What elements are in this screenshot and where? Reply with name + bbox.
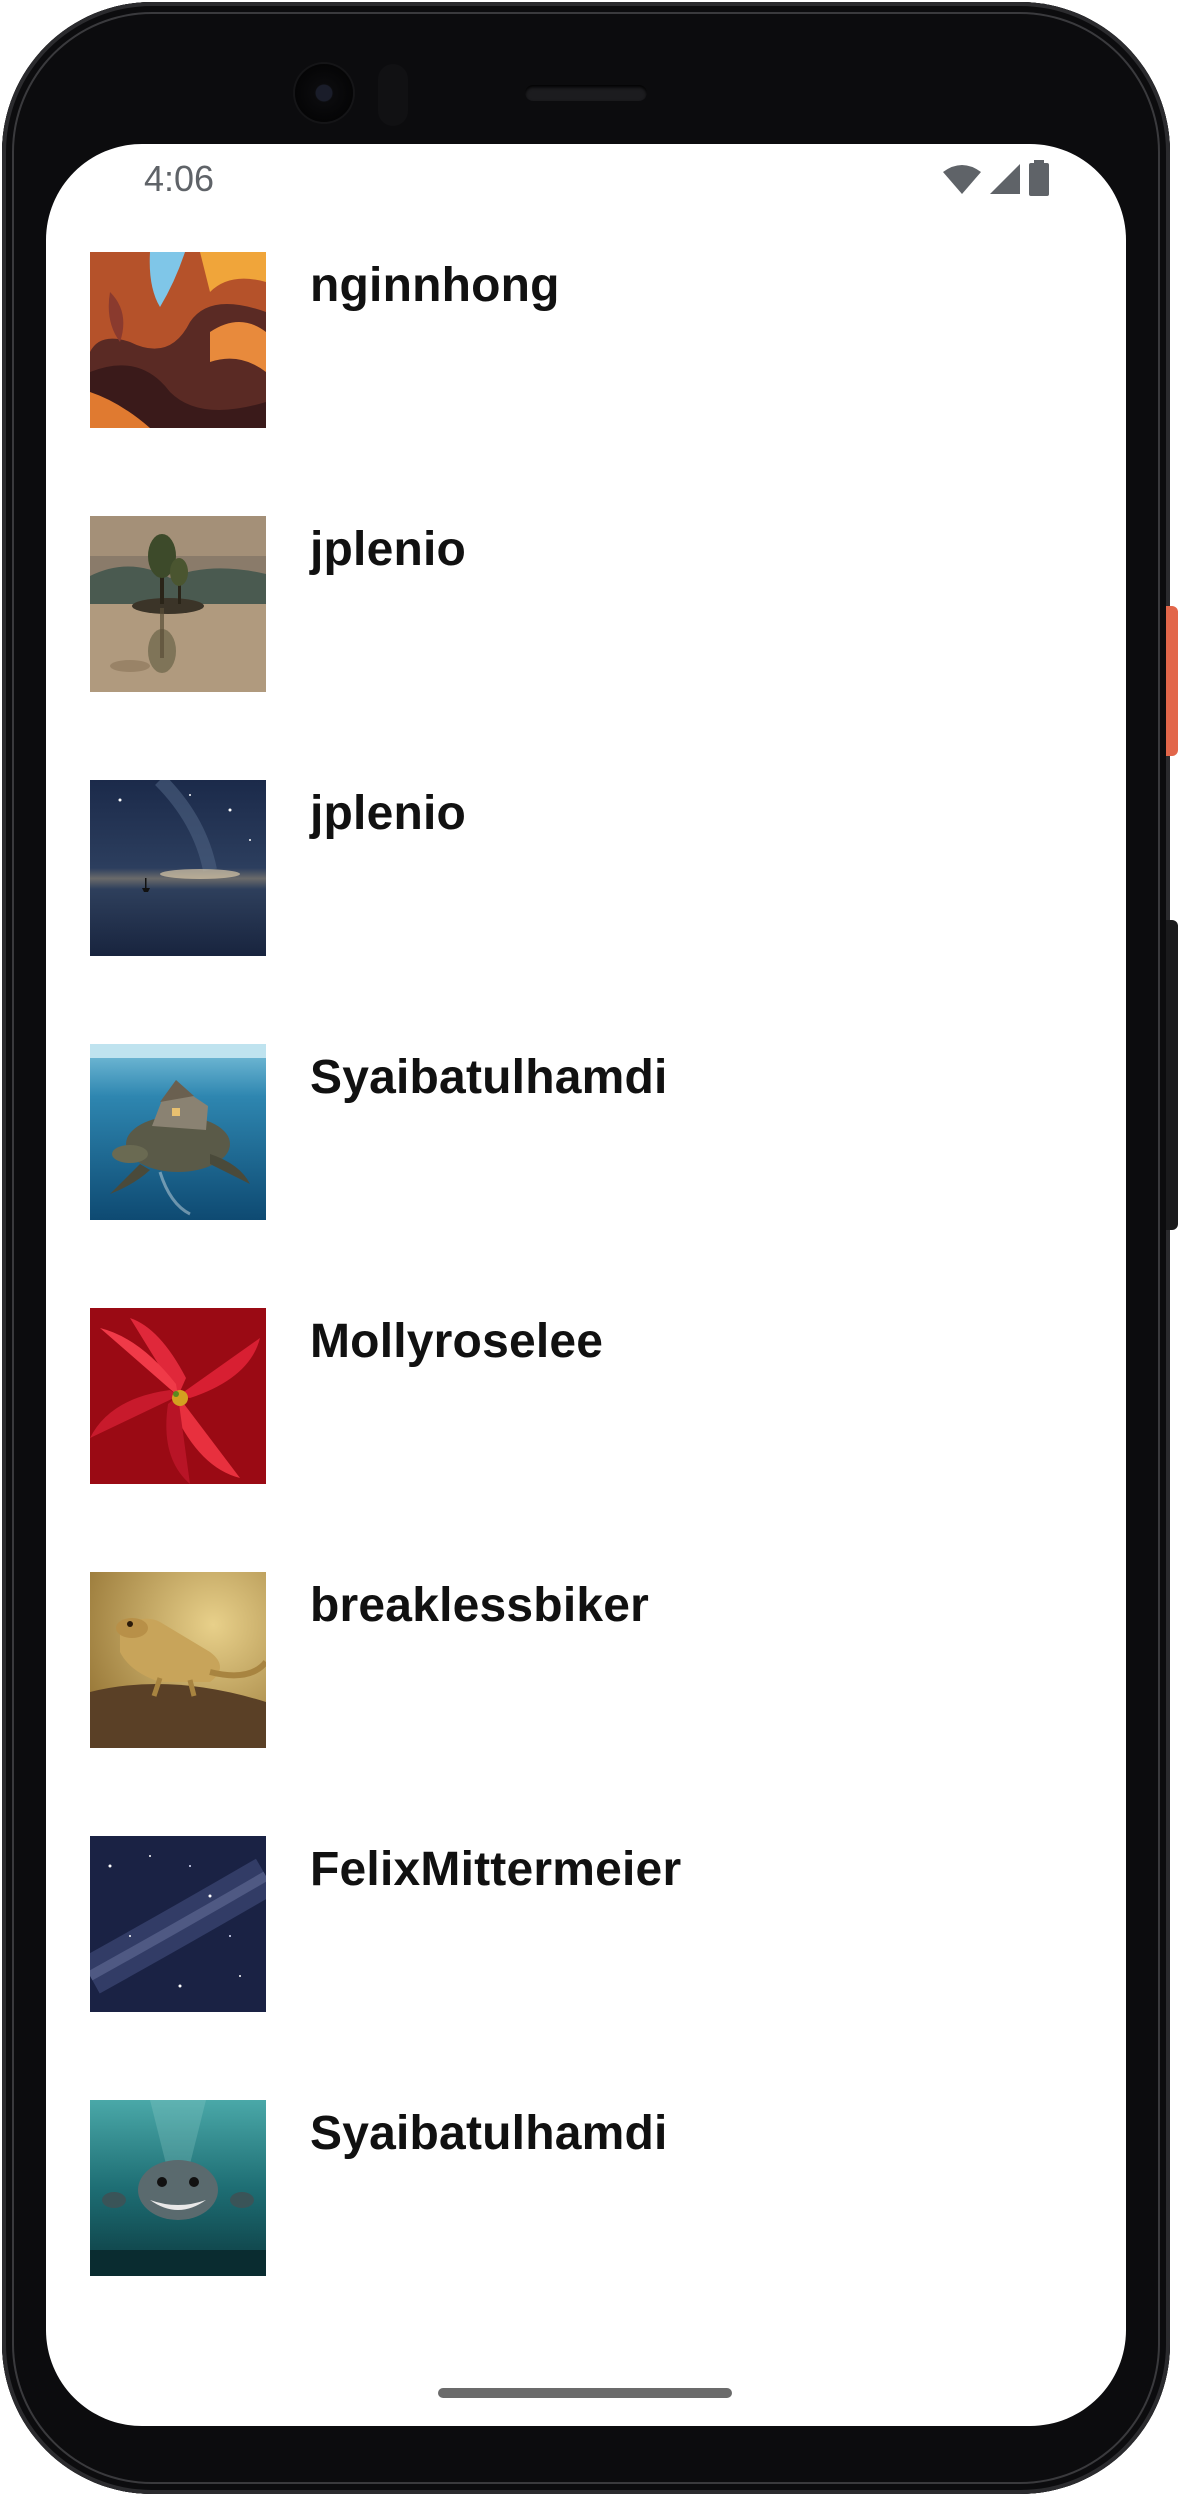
status-bar: 4:06 — [46, 144, 1126, 214]
username-label: jplenio — [310, 787, 467, 840]
username-label: Syaibatulhamdi — [310, 2107, 668, 2160]
proximity-sensor — [378, 64, 408, 126]
username-label: FelixMittermeier — [310, 1843, 682, 1896]
list-item[interactable]: Mollyroselee — [46, 1308, 1126, 1572]
status-time: 4:06 — [144, 158, 215, 199]
lizard-photo — [90, 1572, 266, 1748]
tree-island-reflection-photo — [90, 516, 266, 692]
canyon-photo — [90, 252, 266, 428]
red-poinsettia-photo — [90, 1308, 266, 1484]
lizard-photo-thumbnail[interactable] — [90, 1572, 266, 1748]
earpiece-speaker — [525, 85, 647, 101]
volume-button — [1166, 920, 1178, 1230]
night-sky-lake-photo — [90, 780, 266, 956]
list-item[interactable]: FelixMittermeier — [46, 1836, 1126, 2100]
list-item[interactable]: jplenio — [46, 516, 1126, 780]
battery-icon — [1029, 160, 1049, 196]
list-item[interactable]: breaklessbiker — [46, 1572, 1126, 1836]
username-label: nginnhong — [310, 259, 560, 312]
milky-way-photo-thumbnail[interactable] — [90, 1836, 266, 2012]
status-icons — [942, 160, 1050, 196]
shark-underwater-photo — [90, 2100, 266, 2276]
username-label: jplenio — [310, 523, 467, 576]
user-feed-list: nginnhong jplenio jplenio Syaibatulhamdi… — [46, 252, 1126, 2364]
red-poinsettia-photo-thumbnail[interactable] — [90, 1308, 266, 1484]
turtle-house-underwater-photo-thumbnail[interactable] — [90, 1044, 266, 1220]
cellular-signal-icon — [990, 164, 1020, 194]
username-label: Syaibatulhamdi — [310, 1051, 668, 1104]
username-label: Mollyroselee — [310, 1315, 604, 1368]
phone-device: 4:06 nginnhong jplenio jplenio Syaibatul… — [0, 0, 1178, 2498]
power-button — [1166, 606, 1178, 756]
tree-island-reflection-photo-thumbnail[interactable] — [90, 516, 266, 692]
wifi-icon — [943, 165, 981, 194]
list-item[interactable]: jplenio — [46, 780, 1126, 1044]
turtle-house-underwater-photo — [90, 1044, 266, 1220]
list-item[interactable]: Syaibatulhamdi — [46, 2100, 1126, 2364]
list-item[interactable]: nginnhong — [46, 252, 1126, 516]
home-gesture-bar[interactable] — [438, 2388, 732, 2398]
username-label: breaklessbiker — [310, 1579, 650, 1632]
night-sky-lake-photo-thumbnail[interactable] — [90, 780, 266, 956]
milky-way-photo — [90, 1836, 266, 2012]
shark-underwater-photo-thumbnail[interactable] — [90, 2100, 266, 2276]
app-screen: 4:06 nginnhong jplenio jplenio Syaibatul… — [46, 144, 1126, 2426]
front-camera-icon — [295, 64, 353, 122]
list-item[interactable]: Syaibatulhamdi — [46, 1044, 1126, 1308]
canyon-photo-thumbnail[interactable] — [90, 252, 266, 428]
